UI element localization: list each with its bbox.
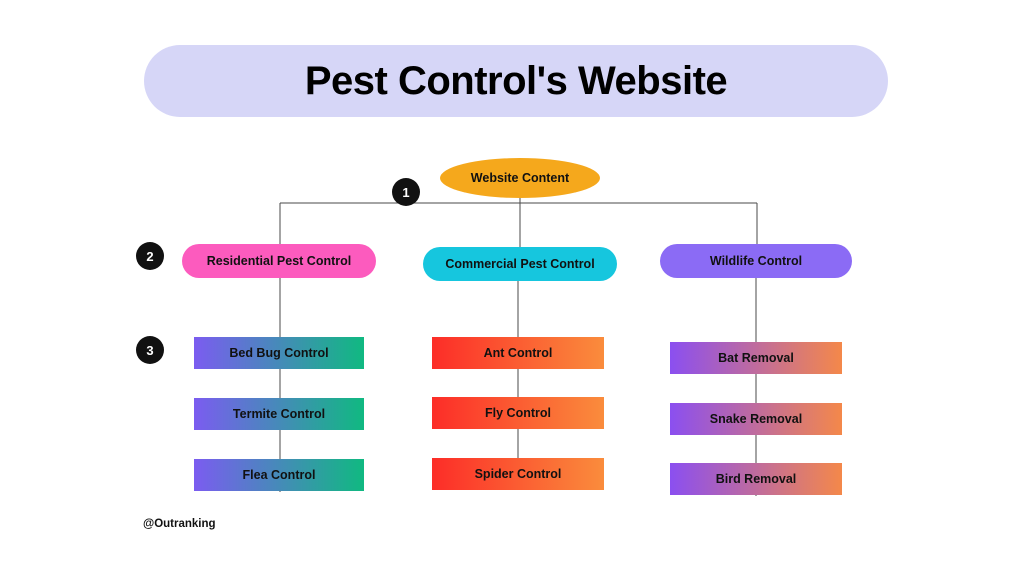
step-badge-3-label: 3 [146, 342, 154, 358]
step-badge-3: 3 [136, 336, 164, 364]
node-commercial-pest-control[interactable]: Commercial Pest Control [423, 247, 617, 281]
node-residential-pest-control-label: Residential Pest Control [206, 254, 352, 268]
node-wildlife-control-label: Wildlife Control [709, 254, 803, 268]
node-commercial-pest-control-label: Commercial Pest Control [445, 257, 595, 271]
node-flea-control-label: Flea Control [242, 468, 316, 482]
node-bat-removal[interactable]: Bat Removal [670, 342, 842, 374]
node-website-content-label: Website Content [470, 171, 570, 185]
node-ant-control-label: Ant Control [483, 346, 553, 360]
node-bed-bug-control-label: Bed Bug Control [229, 346, 329, 360]
node-flea-control[interactable]: Flea Control [194, 459, 364, 491]
watermark: @Outranking [143, 518, 216, 530]
node-termite-control[interactable]: Termite Control [194, 398, 364, 430]
step-badge-1: 1 [392, 178, 420, 206]
node-termite-control-label: Termite Control [232, 407, 326, 421]
step-badge-2: 2 [136, 242, 164, 270]
node-residential-pest-control[interactable]: Residential Pest Control [182, 244, 376, 278]
node-bird-removal-label: Bird Removal [715, 472, 797, 486]
node-ant-control[interactable]: Ant Control [432, 337, 604, 369]
node-bed-bug-control[interactable]: Bed Bug Control [194, 337, 364, 369]
node-fly-control-label: Fly Control [485, 406, 551, 420]
flowchart-canvas: Pest Control's Website 1 2 3 Website Con… [0, 0, 1024, 576]
step-badge-2-label: 2 [146, 248, 154, 264]
node-snake-removal-label: Snake Removal [709, 412, 803, 426]
node-wildlife-control[interactable]: Wildlife Control [660, 244, 852, 278]
node-spider-control[interactable]: Spider Control [432, 458, 604, 490]
node-spider-control-label: Spider Control [474, 467, 562, 481]
node-bat-removal-label: Bat Removal [718, 351, 794, 365]
node-fly-control[interactable]: Fly Control [432, 397, 604, 429]
node-website-content[interactable]: Website Content [440, 158, 600, 198]
step-badge-1-label: 1 [402, 184, 410, 200]
node-snake-removal[interactable]: Snake Removal [670, 403, 842, 435]
node-bird-removal[interactable]: Bird Removal [670, 463, 842, 495]
